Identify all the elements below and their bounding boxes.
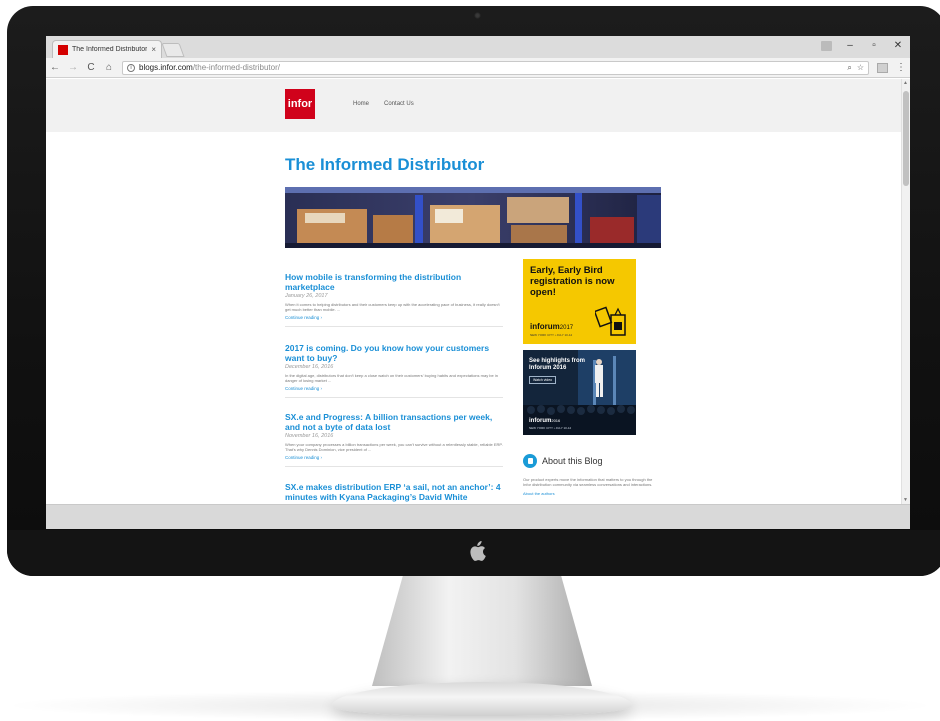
monitor-scene: The Informed Distributor × – ▫ ✕ ← → C ⌂…	[0, 0, 940, 721]
about-authors-link[interactable]: About the authors	[523, 491, 663, 496]
ad-brand-year: 2016	[551, 418, 561, 423]
continue-reading-link[interactable]: Continue reading ›	[285, 386, 503, 391]
url-path: /the-informed-distributor/	[192, 63, 280, 72]
inforum-2016-ad[interactable]: See highlights from Inforum 2016 Watch v…	[523, 350, 636, 435]
tab-title: The Informed Distributor	[72, 46, 148, 53]
post-excerpt: When your company processes a billion tr…	[285, 442, 503, 452]
scroll-thumb[interactable]	[903, 91, 909, 186]
monitor-foot	[332, 682, 632, 716]
post-excerpt: In the digital age, distributors that do…	[285, 373, 498, 383]
ad-brand-name: inforum	[530, 322, 560, 331]
inforum-2017-ad[interactable]: Early, Early Bird registration is now op…	[523, 259, 636, 344]
window-controls: – ▫ ✕	[821, 40, 904, 51]
post-date: November 16, 2016	[285, 433, 334, 439]
forward-button[interactable]: →	[68, 62, 78, 73]
ad-brand: inforum2017	[530, 322, 573, 331]
bookmark-star-icon[interactable]: ☆	[857, 63, 864, 73]
home-button[interactable]: ⌂	[104, 62, 114, 73]
browser-bottom-bar	[46, 504, 910, 529]
camera-icon	[474, 12, 481, 19]
post-title[interactable]: How mobile is transforming the distribut…	[285, 272, 503, 292]
address-bar[interactable]: i blogs.infor.com /the-informed-distribu…	[122, 60, 869, 75]
ad-brand-name: inforum	[529, 418, 552, 424]
about-title: About this Blog	[542, 456, 603, 466]
watch-video-button[interactable]: Watch video	[529, 376, 557, 384]
nav-contact-link[interactable]: Contact Us	[384, 101, 414, 107]
post-title[interactable]: SX.e makes distribution ERP ‘a sail, not…	[285, 482, 503, 502]
blog-title[interactable]: The Informed Distributor	[285, 155, 484, 175]
screen: The Informed Distributor × – ▫ ✕ ← → C ⌂…	[46, 36, 910, 529]
post-date: January 26, 2017	[285, 293, 328, 299]
page-scrollbar[interactable]: ▲ ▼	[901, 79, 910, 504]
post-3: SX.e and Progress: A billion transaction…	[285, 412, 503, 467]
about-blog-widget: About this Blog Our product experts move…	[523, 454, 663, 496]
about-text: Our product experts move the information…	[523, 477, 653, 487]
scroll-up-icon[interactable]: ▲	[903, 80, 908, 86]
browser-toolbar: ← → C ⌂ i blogs.infor.com /the-informed-…	[46, 58, 910, 78]
post-1: How mobile is transforming the distribut…	[285, 272, 503, 327]
post-date: December 16, 2016	[285, 364, 334, 370]
document-icon	[523, 454, 537, 468]
ad-headline: See highlights from Inforum 2016	[529, 358, 586, 371]
site-info-icon[interactable]: i	[127, 63, 135, 72]
restore-button[interactable]: ▫	[868, 40, 880, 51]
continue-reading-link[interactable]: Continue reading ›	[285, 315, 503, 320]
browser-tabstrip: The Informed Distributor × – ▫ ✕	[46, 36, 910, 58]
minimize-button[interactable]: –	[844, 40, 856, 51]
site-header: infor Home Contact Us	[46, 79, 901, 132]
post-4: SX.e makes distribution ERP ‘a sail, not…	[285, 482, 503, 502]
browser-tab[interactable]: The Informed Distributor ×	[52, 40, 162, 58]
ad-subtext: NEW YORK CITY • JULY 10-12	[530, 333, 573, 337]
nav-home-link[interactable]: Home	[353, 101, 369, 107]
post-excerpt: When it comes to helping distributors an…	[285, 302, 500, 312]
tab-close-icon[interactable]: ×	[151, 45, 156, 54]
post-title[interactable]: SX.e and Progress: A billion transaction…	[285, 412, 503, 432]
infor-logo[interactable]: infor	[285, 89, 315, 119]
new-tab-button[interactable]	[161, 43, 185, 57]
page-viewport: infor Home Contact Us The Informed Distr…	[46, 79, 910, 529]
infor-favicon-icon	[58, 44, 68, 55]
scroll-down-icon[interactable]: ▼	[903, 497, 908, 503]
ad-subtext: NEW YORK CITY • JULY 10-12	[529, 426, 572, 430]
extension-icon[interactable]	[877, 62, 888, 73]
browser-menu-button[interactable]: ⋮	[896, 62, 906, 73]
close-window-button[interactable]: ✕	[892, 40, 904, 51]
post-title[interactable]: 2017 is coming. Do you know how your cus…	[285, 343, 503, 363]
back-button[interactable]: ←	[50, 62, 60, 73]
ad-brand-year: 2017	[559, 325, 574, 331]
apple-logo-icon	[470, 541, 486, 561]
hero-warehouse-image	[285, 187, 661, 248]
badge-icon	[595, 306, 626, 336]
ad-brand: inforum2016	[529, 418, 560, 424]
url-host: blogs.infor.com	[139, 63, 193, 72]
post-2: 2017 is coming. Do you know how your cus…	[285, 343, 503, 398]
monitor-stand	[372, 576, 592, 686]
site-nav: Home Contact Us	[353, 101, 414, 107]
ad-headline: Early, Early Bird registration is now op…	[530, 265, 615, 298]
about-header: About this Blog	[523, 454, 663, 468]
zoom-icon[interactable]: ⌕	[847, 63, 851, 73]
omnibox-actions: ⌕ ☆	[847, 63, 864, 73]
reload-button[interactable]: C	[86, 62, 96, 73]
continue-reading-link[interactable]: Continue reading ›	[285, 455, 503, 460]
profile-icon[interactable]	[821, 40, 832, 51]
